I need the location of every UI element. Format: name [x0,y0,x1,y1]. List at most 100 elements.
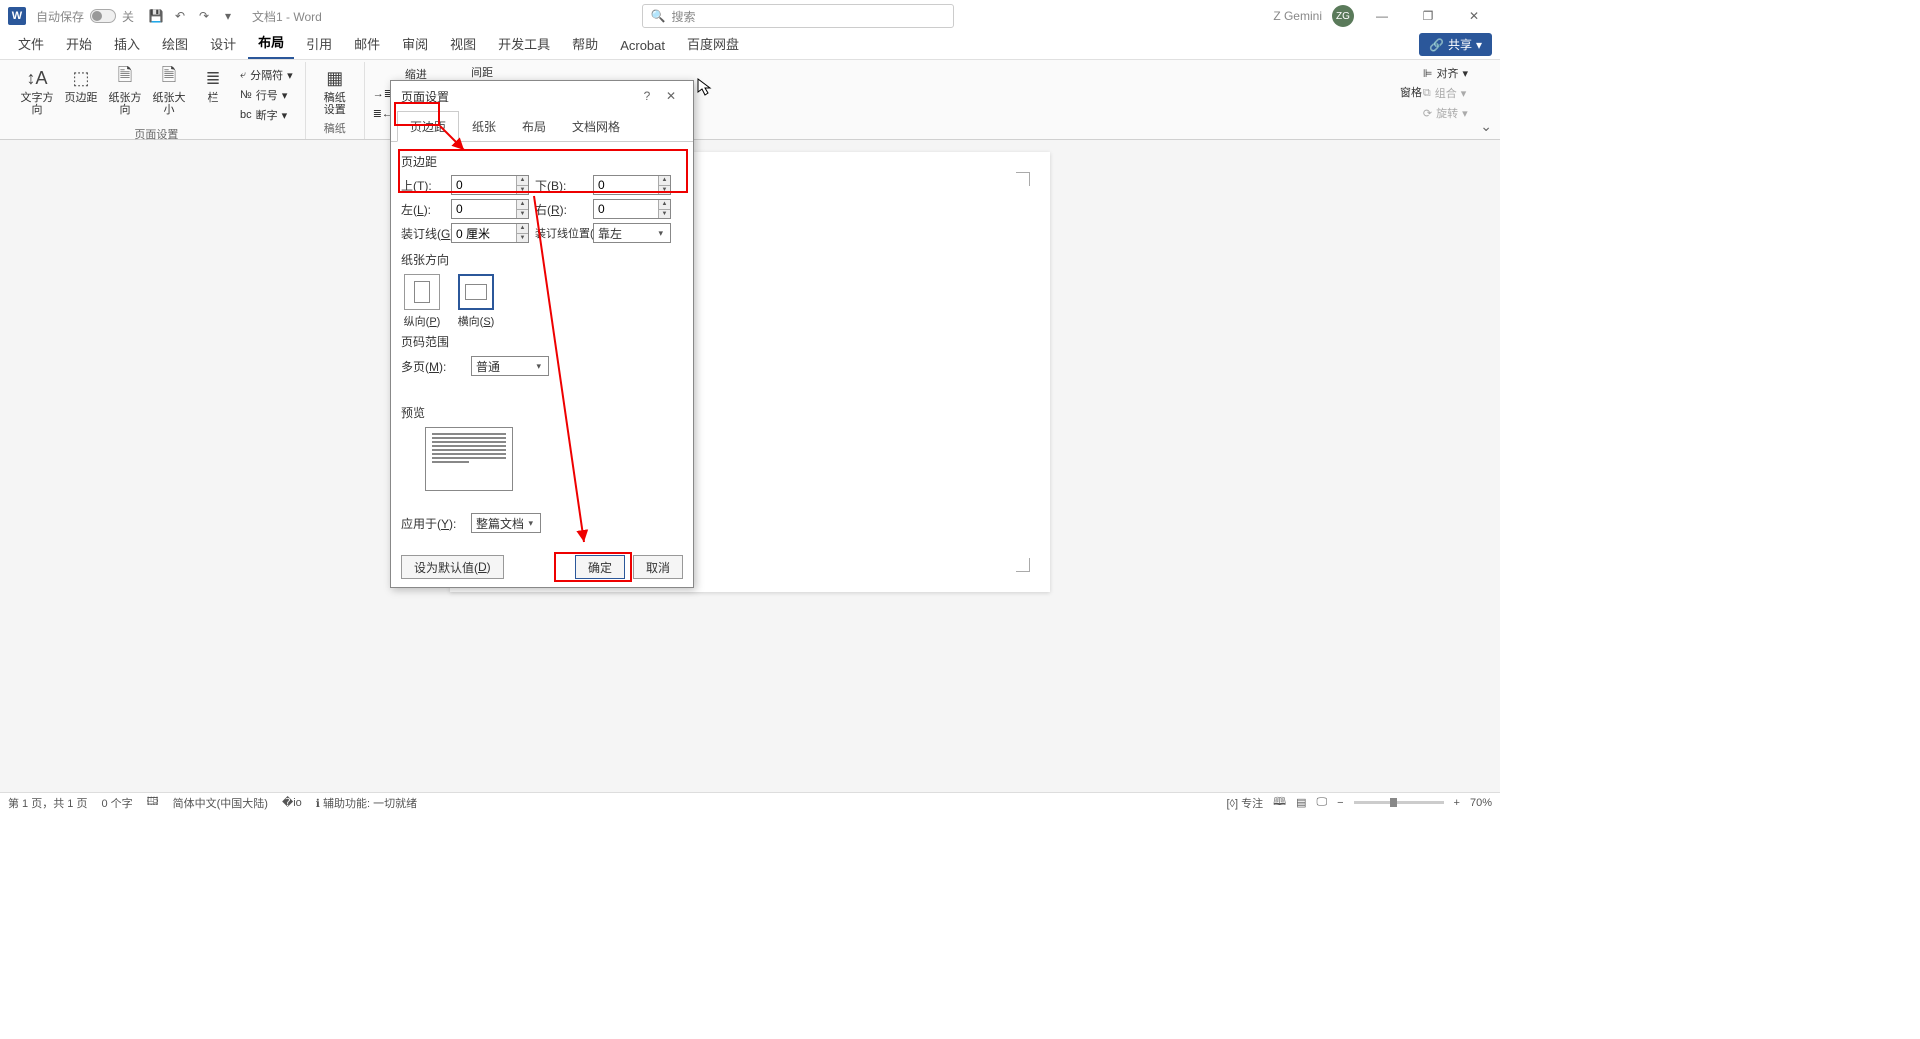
undo-icon[interactable]: ↶ [168,4,192,28]
tab-review[interactable]: 审阅 [392,30,438,59]
tab-acrobat[interactable]: Acrobat [610,34,675,59]
portrait-icon [404,274,440,310]
doc-title: 文档1 - Word [252,8,322,25]
tab-design[interactable]: 设计 [200,30,246,59]
zoom-out-icon[interactable]: − [1337,797,1343,809]
apply-to-label: 应用于(Y): [401,515,463,532]
group-arrange: ⊫对齐 ▾ ⧉组合 ▾ ⟳旋转 ▾ [1419,62,1472,122]
read-mode-icon[interactable]: 🕮 [1273,793,1286,812]
ribbon-tabs: 文件 开始 插入 绘图 设计 布局 引用 邮件 审阅 视图 开发工具 帮助 Ac… [0,32,1500,60]
margin-top-label: 上(T): [401,177,445,194]
tab-draw[interactable]: 绘图 [152,30,198,59]
pages-section-label: 页码范围 [401,333,683,350]
columns-button[interactable]: ≣栏 [192,64,234,106]
hyphenation-button[interactable]: bc断字 ▾ [236,106,297,124]
set-default-button[interactable]: 设为默认值(D) [401,555,504,579]
manuscript-button[interactable]: ▦稿纸 设置 [314,64,356,118]
avatar[interactable]: ZG [1332,5,1354,27]
align-button[interactable]: ⊫对齐 ▾ [1419,64,1472,82]
tab-file[interactable]: 文件 [8,30,54,59]
tab-layout[interactable]: 布局 [248,28,294,59]
text-predict-icon[interactable]: 🖽 [147,793,159,812]
status-page[interactable]: 第 1 页，共 1 页 [8,795,87,811]
qat-dropdown-icon[interactable]: ▾ [216,4,240,28]
gutter-pos-label: 装订线位置(U): [535,225,587,241]
autosave-state: 关 [122,8,134,25]
size-icon: 🗎 [157,66,181,90]
orientation-section-label: 纸张方向 [401,251,683,268]
status-a11y[interactable]: ℹ 辅助功能: 一切就绪 [316,795,417,811]
spinner-icon[interactable]: ▲▼ [516,224,528,242]
status-words[interactable]: 0 个字 [101,795,132,811]
dialog-tab-layout[interactable]: 布局 [509,111,559,142]
user-name[interactable]: Z Gemini [1273,9,1322,23]
dialog-tab-grid[interactable]: 文档网格 [559,111,633,142]
gutter-pos-combo[interactable]: 靠左 [593,223,671,243]
search-icon: 🔍 [651,9,666,23]
portrait-button[interactable]: 纵向(P) [401,274,443,329]
print-layout-icon[interactable]: ▤ [1296,796,1306,809]
dialog-titlebar: 页面设置 ? ✕ [391,81,693,111]
status-language[interactable]: 简体中文(中国大陆) [173,795,268,811]
margins-button[interactable]: ⬚页边距 [60,64,102,106]
dialog-help-icon[interactable]: ? [635,89,659,103]
breaks-button[interactable]: ⤶分隔符 ▾ [236,66,297,84]
spinner-icon[interactable]: ▲▼ [516,176,528,194]
search-input[interactable]: 🔍 搜索 [642,4,954,28]
dialog-body: 页边距 上(T): ▲▼ 下(B): ▲▼ 左(L): ▲▼ 右(R): ▲▼ … [391,142,693,547]
zoom-level[interactable]: 70% [1470,797,1492,809]
minimize-icon[interactable]: — [1364,4,1400,28]
a11y-icon: ℹ [316,798,320,810]
spinner-icon[interactable]: ▲▼ [658,176,670,194]
tab-view[interactable]: 视图 [440,30,486,59]
selection-pane-label[interactable]: 窗格 [1400,84,1422,100]
preview-box [425,427,513,491]
cancel-button[interactable]: 取消 [633,555,683,579]
focus-button[interactable]: [◊] 专注 [1226,795,1263,811]
group-objects-button[interactable]: ⧉组合 ▾ [1419,84,1472,102]
spinner-icon[interactable]: ▲▼ [658,200,670,218]
tab-home[interactable]: 开始 [56,30,102,59]
text-direction-button[interactable]: ↕A文字方向 [16,64,58,118]
tab-baidu[interactable]: 百度网盘 [677,30,749,59]
multi-pages-combo[interactable]: 普通 [471,356,549,376]
dialog-close-icon[interactable]: ✕ [659,89,683,103]
dialog-tab-paper[interactable]: 纸张 [459,111,509,142]
landscape-button[interactable]: 横向(S) [455,274,497,329]
text-direction-icon: ↕A [25,66,49,90]
margins-grid: 上(T): ▲▼ 下(B): ▲▼ 左(L): ▲▼ 右(R): ▲▼ 装订线(… [401,175,683,243]
share-icon: 🔗 [1429,38,1444,52]
document-area [0,140,1500,792]
search-placeholder: 搜索 [672,8,696,25]
autosave-toggle[interactable]: 自动保存 关 [36,8,134,25]
titlebar: W 自动保存 关 💾 ↶ ↷ ▾ 文档1 - Word 🔍 搜索 Z Gemin… [0,0,1500,32]
dialog-tab-margins[interactable]: 页边距 [397,111,459,142]
rotate-button[interactable]: ⟳旋转 ▾ [1419,104,1472,122]
spinner-icon[interactable]: ▲▼ [516,200,528,218]
close-icon[interactable]: ✕ [1456,4,1492,28]
tab-references[interactable]: 引用 [296,30,342,59]
share-button[interactable]: 🔗 共享 ▾ [1419,33,1492,56]
ribbon-collapse-icon[interactable]: ⌄ [1480,118,1492,135]
orientation-group: 纵向(P) 横向(S) [401,274,683,329]
line-numbers-button[interactable]: №行号 ▾ [236,86,297,104]
ribbon: ↕A文字方向 ⬚页边距 🗎纸张方向 🗎纸张大小 ≣栏 ⤶分隔符 ▾ №行号 ▾ … [0,60,1500,140]
tab-mailings[interactable]: 邮件 [344,30,390,59]
group-label-manuscript: 稿纸 [324,118,346,138]
redo-icon[interactable]: ↷ [192,4,216,28]
display-settings-icon[interactable]: �io [282,796,302,809]
apply-to-combo[interactable]: 整篇文档 [471,513,541,533]
zoom-in-icon[interactable]: + [1454,797,1460,809]
web-layout-icon[interactable]: 🖵 [1316,796,1327,809]
margin-right-label: 右(R): [535,201,587,218]
tab-developer[interactable]: 开发工具 [488,30,560,59]
tab-help[interactable]: 帮助 [562,30,608,59]
line-numbers-icon: № [240,89,252,101]
ok-button[interactable]: 确定 [575,555,625,579]
size-button[interactable]: 🗎纸张大小 [148,64,190,118]
restore-icon[interactable]: ❐ [1410,4,1446,28]
save-icon[interactable]: 💾 [144,4,168,28]
tab-insert[interactable]: 插入 [104,30,150,59]
orientation-button[interactable]: 🗎纸张方向 [104,64,146,118]
zoom-slider[interactable] [1354,801,1444,804]
